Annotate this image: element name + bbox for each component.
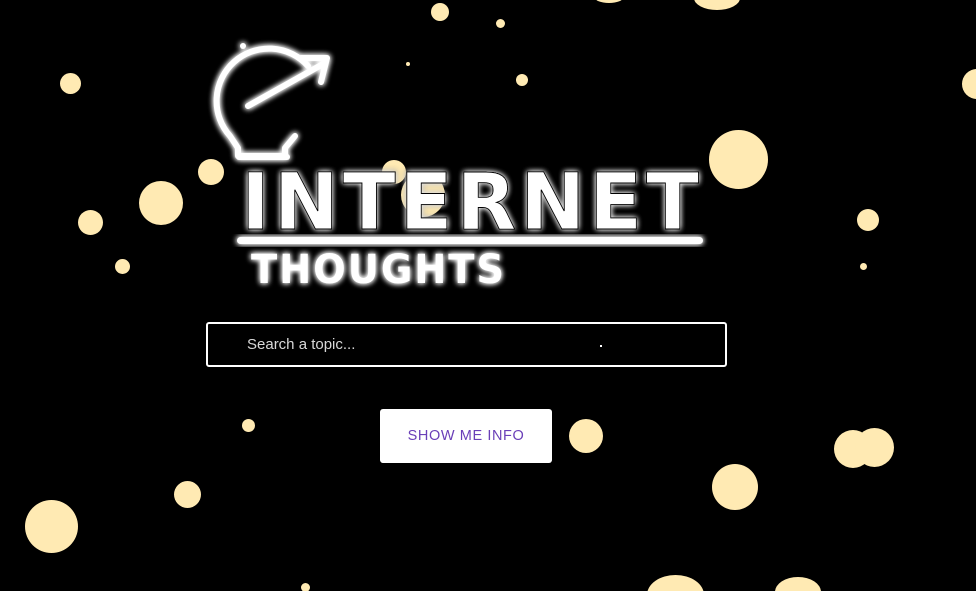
logo-title-line1: INTERNET [241,158,703,248]
decorative-bubble [139,181,183,225]
decorative-bubble [647,575,704,591]
decorative-bubble [775,577,821,591]
decorative-bubble [860,263,867,270]
input-cursor-dot [600,345,602,347]
lightbulb-arrow-icon [213,43,330,160]
decorative-bubble [709,130,768,189]
site-logo: INTERNET THOUGHTS [205,36,715,292]
decorative-bubble [855,428,894,467]
search-input[interactable] [247,324,707,365]
decorative-bubble [496,19,505,28]
decorative-bubble [962,69,976,99]
decorative-bubble [857,209,879,231]
decorative-bubble [712,464,758,510]
decorative-bubble [301,583,310,591]
decorative-bubble [569,419,603,453]
decorative-bubble [60,73,81,94]
decorative-bubble [431,3,449,21]
page-background: INTERNET THOUGHTS SHOW ME INFO [0,0,976,591]
decorative-bubble [694,0,740,10]
decorative-bubble [174,481,201,508]
decorative-bubble [594,0,624,3]
decorative-bubble [78,210,103,235]
decorative-bubble [115,259,130,274]
decorative-bubble [242,419,255,432]
show-me-info-button[interactable]: SHOW ME INFO [380,409,552,463]
logo-underline [237,237,703,244]
decorative-bubble [25,500,78,553]
logo-title-line2: THOUGHTS [251,247,506,292]
search-box[interactable] [206,322,727,367]
